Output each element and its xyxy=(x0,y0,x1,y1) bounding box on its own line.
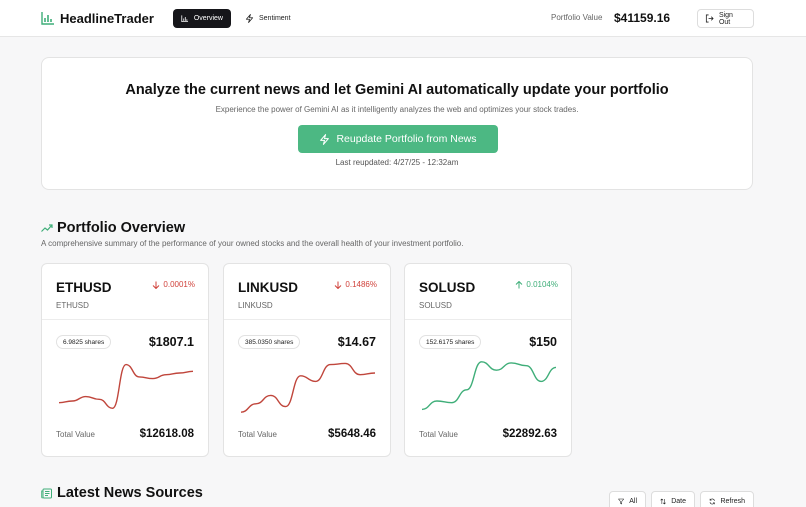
total-value: $5648.46 xyxy=(328,428,376,440)
total-value-label: Total Value xyxy=(419,430,458,439)
sign-out-label: Sign Out xyxy=(718,11,733,26)
price-sparkline xyxy=(240,362,376,413)
bar-chart-icon xyxy=(181,15,189,23)
stock-change: 0.0001% xyxy=(152,280,195,289)
stock-change: 0.0104% xyxy=(515,280,558,289)
total-value: $12618.08 xyxy=(139,428,194,440)
refresh-button[interactable]: Refresh xyxy=(700,491,754,507)
stock-symbol: SOLUSD xyxy=(419,280,476,295)
reupdate-portfolio-button[interactable]: Reupdate Portfolio from News xyxy=(298,125,498,153)
shares-badge: 152.6175 shares xyxy=(419,335,482,349)
shares-badge: 6.9825 shares xyxy=(56,335,112,349)
stock-card-header: SOLUSD SOLUSD 0.0104% xyxy=(405,264,571,320)
filter-all-label: All xyxy=(629,497,637,505)
sparkline-path xyxy=(240,362,376,413)
price-sparkline xyxy=(421,361,557,411)
stock-price: $150 xyxy=(529,335,557,349)
stock-name: LINKUSD xyxy=(238,301,273,310)
trending-up-icon xyxy=(41,224,53,232)
arrow-up-icon xyxy=(516,280,523,288)
arrow-down-icon xyxy=(335,281,342,289)
nav-overview-button[interactable]: Overview xyxy=(173,9,231,28)
portfolio-overview-title: Portfolio Overview xyxy=(57,220,186,236)
stock-symbol: ETHUSD xyxy=(56,280,112,295)
stock-change-value: 0.1486% xyxy=(345,280,377,289)
reupdate-portfolio-label: Reupdate Portfolio from News xyxy=(336,133,477,145)
arrow-down-icon xyxy=(153,281,160,289)
stock-card-solusd[interactable]: SOLUSD SOLUSD 0.0104% 152.6175 shares $1… xyxy=(404,263,572,457)
stock-price: $1807.1 xyxy=(148,335,194,349)
stock-card-linkusd[interactable]: LINKUSD LINKUSD 0.1486% 385.0350 shares … xyxy=(223,263,391,457)
portfolio-value-label: Portfolio Value xyxy=(551,13,603,22)
nav-sentiment-label: Sentiment xyxy=(259,15,291,22)
filter-all-button[interactable]: All xyxy=(609,491,646,507)
lightning-icon xyxy=(245,14,254,23)
price-sparkline xyxy=(58,363,194,409)
app-title: HeadlineTrader xyxy=(60,11,154,26)
stock-change: 0.1486% xyxy=(334,280,377,289)
stock-card-ethusd[interactable]: ETHUSD ETHUSD 0.0001% 6.9825 shares $180… xyxy=(41,263,209,457)
top-header: HeadlineTrader Overview Sentiment Portfo… xyxy=(0,0,806,37)
portfolio-value: $41159.16 xyxy=(614,11,671,25)
nav-overview-label: Overview xyxy=(193,15,223,22)
filter-icon xyxy=(618,498,625,504)
newspaper-icon xyxy=(41,488,52,499)
shares-badge: 385.0350 shares xyxy=(238,335,301,349)
total-value-label: Total Value xyxy=(238,430,277,439)
refresh-icon xyxy=(709,498,715,504)
hero-subtitle: Experience the power of Gemini AI as it … xyxy=(215,105,579,114)
stock-change-value: 0.0001% xyxy=(163,280,195,289)
sort-date-button[interactable]: Date xyxy=(651,491,695,507)
hero-title: Analyze the current news and let Gemini … xyxy=(125,82,669,98)
bar-chart-icon xyxy=(41,12,54,25)
sort-icon xyxy=(660,498,666,504)
logout-icon xyxy=(705,14,714,23)
reupdate-card: Analyze the current news and let Gemini … xyxy=(41,57,753,190)
stock-change-value: 0.0104% xyxy=(526,280,558,289)
sort-date-label: Date xyxy=(671,497,686,505)
lightning-icon xyxy=(320,133,330,145)
sparkline-path xyxy=(421,361,557,411)
stock-name: ETHUSD xyxy=(56,301,89,310)
stock-symbol: LINKUSD xyxy=(238,280,298,295)
sparkline-path xyxy=(58,363,194,409)
stock-price: $14.67 xyxy=(337,335,376,349)
stock-card-header: ETHUSD ETHUSD 0.0001% xyxy=(42,264,208,320)
total-value-label: Total Value xyxy=(56,430,95,439)
stock-card-header: LINKUSD LINKUSD 0.1486% xyxy=(224,264,390,320)
total-value: $22892.63 xyxy=(502,428,557,440)
latest-news-title: Latest News Sources xyxy=(57,485,203,501)
nav-sentiment-button[interactable]: Sentiment xyxy=(237,9,299,28)
stock-name: SOLUSD xyxy=(419,301,452,310)
sign-out-button[interactable]: Sign Out xyxy=(697,9,754,28)
portfolio-overview-subtitle: A comprehensive summary of the performan… xyxy=(41,239,464,248)
refresh-label: Refresh xyxy=(720,497,745,505)
last-updated: Last reupdated: 4/27/25 - 12:32am xyxy=(335,158,459,167)
